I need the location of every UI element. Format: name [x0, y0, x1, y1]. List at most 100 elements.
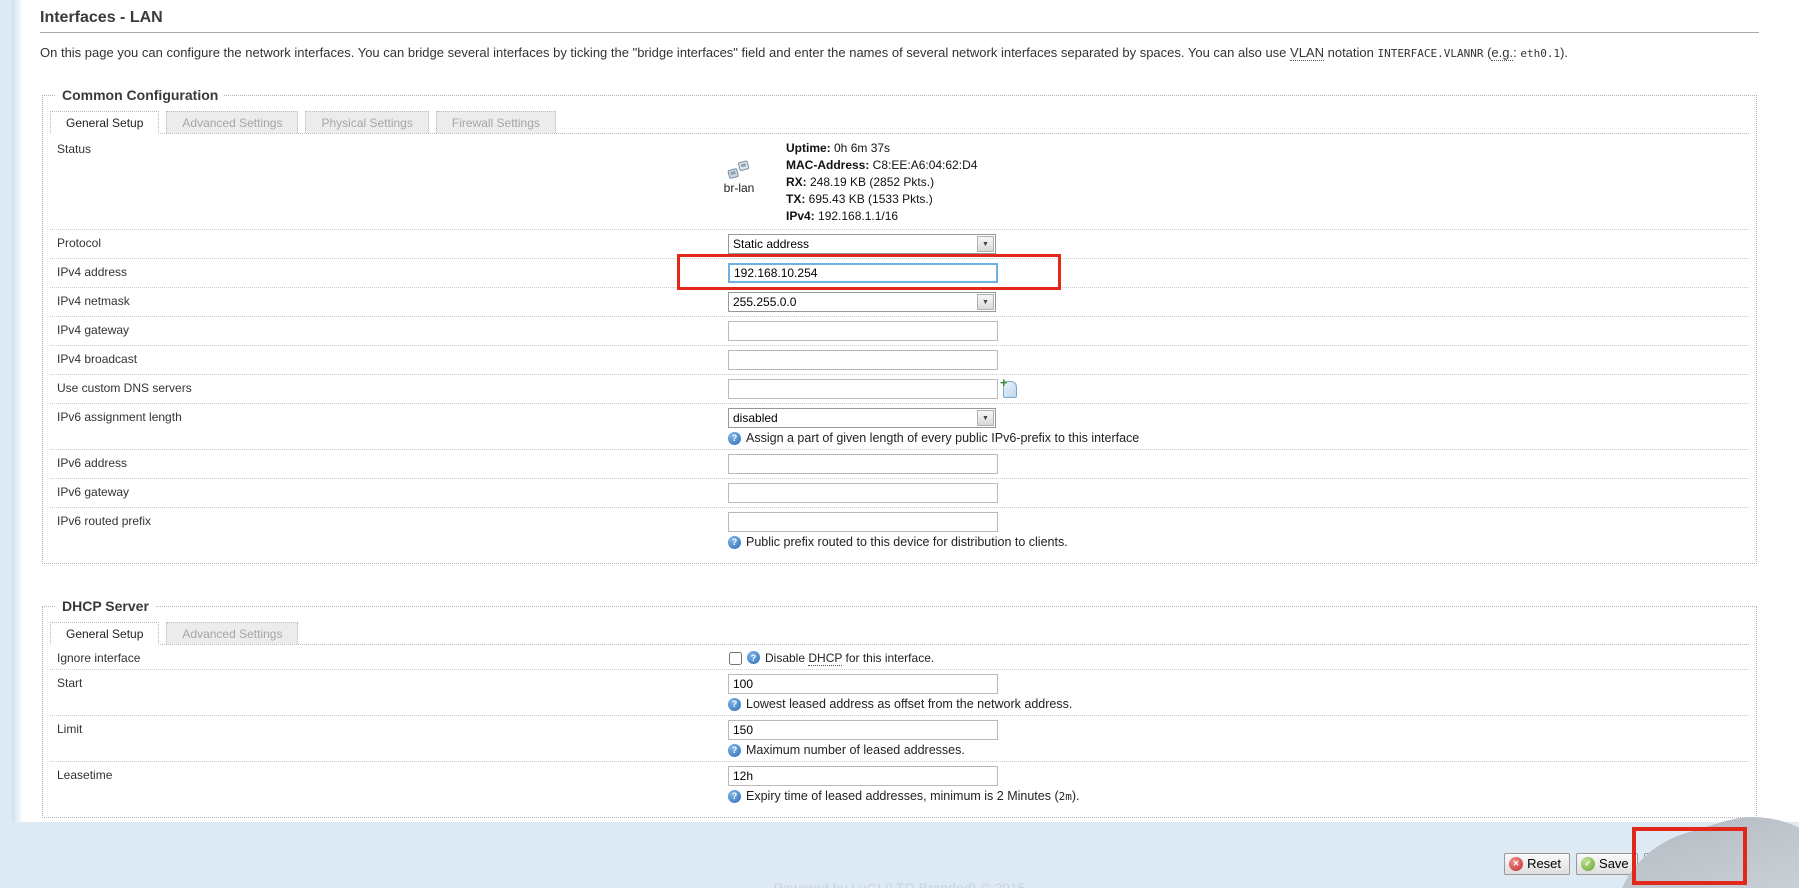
tab-firewall-settings[interactable]: Firewall Settings	[436, 111, 556, 133]
ipv4-address-input[interactable]	[728, 263, 998, 283]
leasetime-input[interactable]	[728, 766, 998, 786]
status-row: Status br-lan	[50, 134, 1749, 230]
form-row-ignore-interface: Ignore interface ? Disable DHCP for this…	[50, 645, 1749, 670]
help-icon: ?	[728, 744, 741, 757]
ignore-interface-help: Disable DHCP for this interface.	[765, 651, 934, 665]
description-text: On this page you can configure the netwo…	[40, 45, 1290, 60]
tab-advanced-settings[interactable]: Advanced Settings	[166, 111, 298, 133]
ipv6-address-input[interactable]	[728, 454, 998, 474]
status-line-mac: MAC-Address: C8:EE:A6:04:62:D4	[786, 157, 977, 174]
ipv6-gateway-label: IPv6 gateway	[50, 483, 728, 503]
status-info: Uptime: 0h 6m 37s MAC-Address: C8:EE:A6:…	[786, 140, 977, 225]
ipv6-assignment-help: ? Assign a part of given length of every…	[728, 431, 1749, 445]
ipv6-assignment-label: IPv6 assignment length	[50, 408, 728, 445]
common-config-tabbar: General Setup Advanced Settings Physical…	[50, 107, 1749, 134]
form-row-start: Start ? Lowest leased address as offset …	[50, 670, 1749, 716]
vlan-abbr: VLAN	[1290, 45, 1324, 61]
ipv6-gateway-input[interactable]	[728, 483, 998, 503]
footer-text: Powered by LuCI (LTD Branded) © 2015	[0, 880, 1799, 888]
leasetime-help: ? Expiry time of leased addresses, minim…	[728, 789, 1749, 803]
dhcp-tab-general-setup[interactable]: General Setup	[50, 622, 159, 645]
dhcp-abbr: DHCP	[808, 651, 842, 666]
form-row-ipv4-gateway: IPv4 gateway	[50, 317, 1749, 346]
dhcp-server-section: DHCP Server General Setup Advanced Setti…	[42, 598, 1757, 818]
dhcp-server-legend: DHCP Server	[56, 598, 155, 614]
limit-label: Limit	[50, 720, 728, 757]
form-row-ipv4-broadcast: IPv4 broadcast	[50, 346, 1749, 375]
leasetime-help-text: Expiry time of leased addresses, minimum…	[746, 789, 1080, 803]
ipv6-prefix-input[interactable]	[728, 512, 998, 532]
ipv4-broadcast-label: IPv4 broadcast	[50, 350, 728, 370]
status-line-ipv4: IPv4: 192.168.1.1/16	[786, 208, 977, 225]
protocol-select[interactable]: Static address ▼	[728, 234, 996, 254]
luci-interfaces-page: Interfaces - LAN On this page you can co…	[0, 0, 1799, 888]
custom-dns-label: Use custom DNS servers	[50, 379, 728, 399]
main-content: Interfaces - LAN On this page you can co…	[12, 0, 1799, 822]
status-line-rx: RX: 248.19 KB (2852 Pkts.)	[786, 174, 977, 191]
help-icon: ?	[728, 536, 741, 549]
form-row-leasetime: Leasetime ? Expiry time of leased addres…	[50, 762, 1749, 807]
eg-abbr: e.g.	[1491, 45, 1513, 61]
eth01-code: eth0.1	[1520, 47, 1560, 60]
page-title: Interfaces - LAN	[40, 0, 1759, 33]
interface-vlannr-code: INTERFACE.VLANNR	[1378, 47, 1484, 60]
common-configuration-legend: Common Configuration	[56, 87, 224, 103]
protocol-select-value: Static address	[729, 237, 977, 251]
start-help: ? Lowest leased address as offset from t…	[728, 697, 1749, 711]
form-row-ipv6-prefix: IPv6 routed prefix ? Public prefix route…	[50, 508, 1749, 553]
ipv4-netmask-select-value: 255.255.0.0	[729, 295, 977, 309]
limit-input[interactable]	[728, 720, 998, 740]
ignore-interface-checkbox[interactable]	[729, 652, 742, 665]
status-line-tx: TX: 695.43 KB (1533 Pkts.)	[786, 191, 977, 208]
ipv6-address-label: IPv6 address	[50, 454, 728, 474]
help-icon: ?	[728, 698, 741, 711]
form-row-ipv4-address: IPv4 address	[50, 259, 1749, 288]
form-row-custom-dns: Use custom DNS servers +	[50, 375, 1749, 404]
tab-physical-settings[interactable]: Physical Settings	[305, 111, 428, 133]
device-name: br-lan	[724, 181, 755, 195]
ipv6-prefix-help: ? Public prefix routed to this device fo…	[728, 535, 1749, 549]
form-row-limit: Limit ? Maximum number of leased address…	[50, 716, 1749, 762]
left-edge-gradient	[12, 0, 23, 822]
form-row-ipv6-gateway: IPv6 gateway	[50, 479, 1749, 508]
start-input[interactable]	[728, 674, 998, 694]
ipv4-gateway-input[interactable]	[728, 321, 998, 341]
ipv6-assignment-select[interactable]: disabled ▼	[728, 408, 996, 428]
dhcp-tabbar: General Setup Advanced Settings	[50, 618, 1749, 645]
status-line-uptime: Uptime: 0h 6m 37s	[786, 140, 977, 157]
ignore-interface-label: Ignore interface	[50, 649, 728, 665]
chevron-down-icon: ▼	[977, 410, 994, 426]
chevron-down-icon: ▼	[977, 236, 994, 252]
tab-general-setup[interactable]: General Setup	[50, 111, 159, 134]
ipv4-address-label: IPv4 address	[50, 263, 728, 283]
help-icon: ?	[728, 432, 741, 445]
save-icon: ✓	[1581, 857, 1595, 871]
common-configuration-section: Common Configuration General Setup Advan…	[42, 87, 1757, 564]
start-label: Start	[50, 674, 728, 711]
help-icon: ?	[728, 790, 741, 803]
reset-icon: ✕	[1509, 857, 1523, 871]
ipv4-broadcast-input[interactable]	[728, 350, 998, 370]
reset-button[interactable]: ✕ Reset	[1504, 853, 1570, 875]
limit-help: ? Maximum number of leased addresses.	[728, 743, 1749, 757]
dhcp-tab-advanced-settings[interactable]: Advanced Settings	[166, 622, 298, 644]
ipv6-prefix-label: IPv6 routed prefix	[50, 512, 728, 549]
page-description: On this page you can configure the netwo…	[40, 44, 1759, 63]
protocol-label: Protocol	[50, 234, 728, 254]
form-row-protocol: Protocol Static address ▼	[50, 230, 1749, 259]
device-block: br-lan	[700, 140, 778, 225]
add-entry-icon[interactable]: +	[1003, 381, 1017, 398]
ipv4-netmask-select[interactable]: 255.255.0.0 ▼	[728, 292, 996, 312]
ipv4-gateway-label: IPv4 gateway	[50, 321, 728, 341]
leasetime-code: 2m	[1059, 790, 1072, 803]
form-row-ipv6-assignment: IPv6 assignment length disabled ▼ ? Assi…	[50, 404, 1749, 450]
form-row-ipv4-netmask: IPv4 netmask 255.255.0.0 ▼	[50, 288, 1749, 317]
ipv4-netmask-label: IPv4 netmask	[50, 292, 728, 312]
bridge-icon	[725, 160, 753, 180]
custom-dns-input[interactable]	[728, 379, 998, 399]
help-icon: ?	[747, 651, 760, 664]
leasetime-label: Leasetime	[50, 766, 728, 803]
form-row-ipv6-address: IPv6 address	[50, 450, 1749, 479]
save-button[interactable]: ✓ Save	[1576, 853, 1638, 875]
chevron-down-icon: ▼	[977, 294, 994, 310]
